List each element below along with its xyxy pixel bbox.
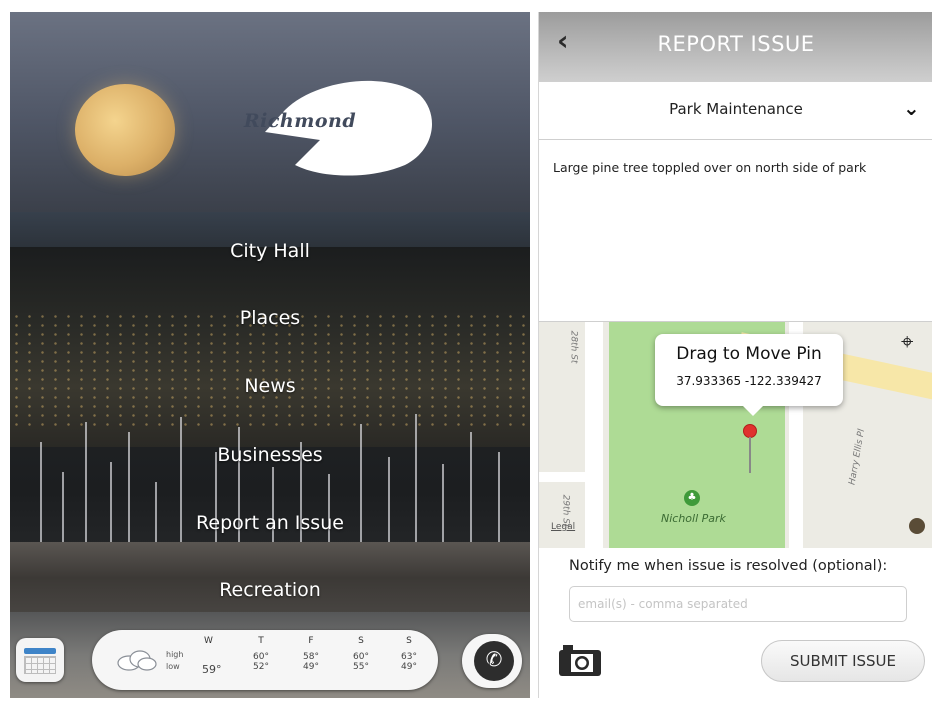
menu-item-places[interactable]: Places bbox=[10, 307, 530, 329]
bottom-bar: high low W 59° T 60° 52° F 58° 49° S 60° bbox=[10, 622, 530, 698]
description-textarea[interactable]: Large pine tree toppled over on north si… bbox=[539, 140, 932, 322]
forecast-day-col: T 60° 52° bbox=[253, 636, 269, 672]
page-title: REPORT ISSUE bbox=[657, 32, 815, 56]
phone-icon: ✆ bbox=[474, 641, 514, 681]
callout-title: Drag to Move Pin bbox=[676, 344, 822, 364]
home-screen: Richmond City Hall Places News Businesse… bbox=[10, 12, 530, 698]
menu-item-businesses[interactable]: Businesses bbox=[10, 444, 530, 466]
location-icon[interactable] bbox=[909, 518, 925, 534]
menu-item-report-an-issue[interactable]: Report an Issue bbox=[10, 512, 530, 534]
street-label: 28th St bbox=[568, 330, 579, 364]
tree-icon: ♣ bbox=[684, 490, 700, 506]
location-map[interactable]: 28th St 29th St Harry Ellis Pl Drag to M… bbox=[539, 322, 932, 548]
menu-item-city-hall[interactable]: City Hall bbox=[10, 240, 530, 262]
map-pin-stick bbox=[749, 437, 751, 473]
report-issue-screen: ‹ REPORT ISSUE Park Maintenance ⌄ Large … bbox=[538, 12, 932, 698]
moon bbox=[75, 84, 175, 176]
phone-button[interactable]: ✆ bbox=[462, 634, 522, 688]
satellite-dish-icon[interactable]: ⌖ bbox=[901, 330, 925, 366]
forecast-day-col: S 60° 55° bbox=[353, 636, 369, 672]
cloudy-icon bbox=[117, 650, 157, 671]
notify-label: Notify me when issue is resolved (option… bbox=[569, 558, 888, 574]
calendar-button[interactable] bbox=[16, 638, 64, 682]
submit-issue-button[interactable]: SUBMIT ISSUE bbox=[761, 640, 925, 682]
park-name: Nicholl Park bbox=[661, 512, 726, 525]
chevron-down-icon: ⌄ bbox=[903, 96, 920, 120]
high-label: high bbox=[166, 650, 184, 659]
description-text: Large pine tree toppled over on north si… bbox=[553, 160, 867, 175]
forecast-high: 59° bbox=[202, 663, 222, 676]
screenshot-frame: Richmond City Hall Places News Businesse… bbox=[0, 0, 934, 702]
camera-icon[interactable] bbox=[557, 642, 603, 678]
logo-wordmark: Richmond bbox=[243, 110, 357, 132]
pin-coordinates: 37.933365 -122.339427 bbox=[676, 374, 822, 388]
pin-callout: Drag to Move Pin 37.933365 -122.339427 bbox=[655, 334, 843, 416]
category-select[interactable]: Park Maintenance ⌄ bbox=[539, 82, 932, 140]
weather-widget[interactable]: high low W 59° T 60° 52° F 58° 49° S 60° bbox=[92, 630, 438, 690]
low-label: low bbox=[166, 662, 180, 671]
menu-item-news[interactable]: News bbox=[10, 375, 530, 397]
legal-link[interactable]: Legal bbox=[551, 522, 575, 532]
category-value: Park Maintenance bbox=[669, 100, 803, 118]
forecast-day: W bbox=[204, 636, 213, 646]
forecast-day-col: S 63° 49° bbox=[401, 636, 417, 672]
calendar-icon bbox=[24, 648, 56, 654]
nav-bar: ‹ REPORT ISSUE bbox=[539, 12, 932, 82]
street-label: Harry Ellis Pl bbox=[847, 428, 868, 486]
email-field[interactable] bbox=[569, 586, 907, 622]
map-pin-icon[interactable] bbox=[743, 424, 757, 438]
menu-item-recreation[interactable]: Recreation bbox=[10, 579, 530, 601]
forecast-day-col: F 58° 49° bbox=[303, 636, 319, 672]
